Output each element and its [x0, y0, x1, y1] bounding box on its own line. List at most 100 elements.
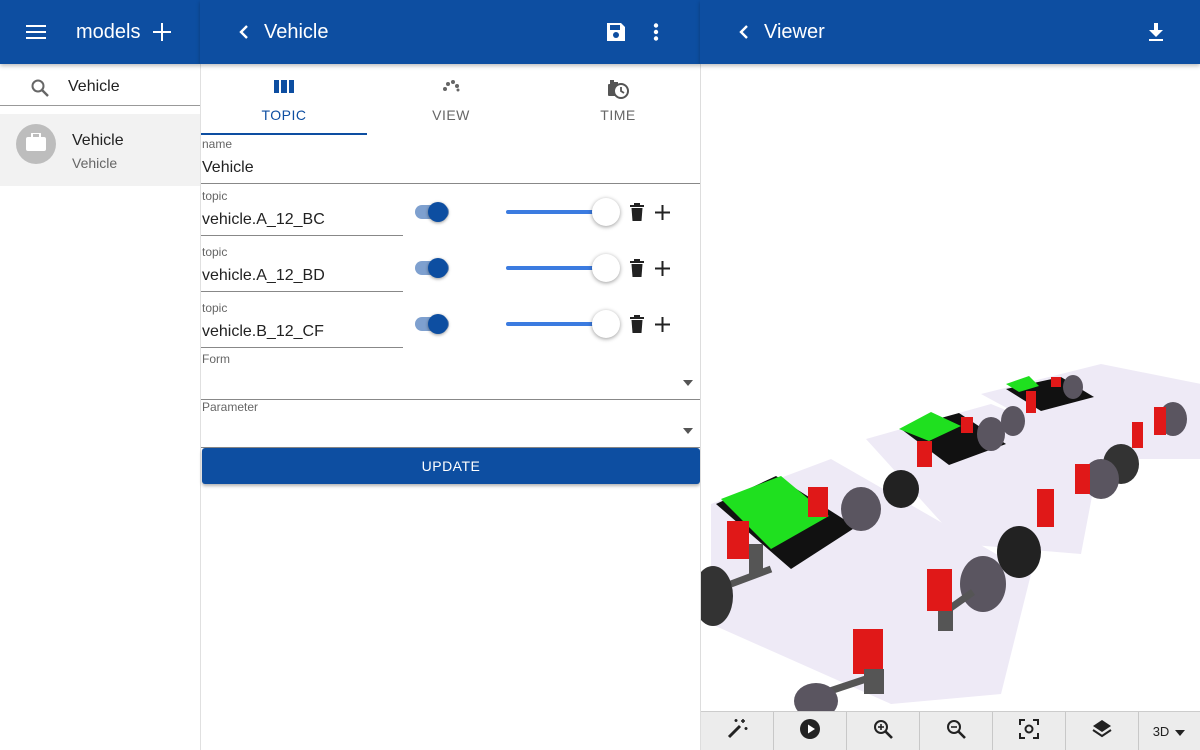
- tab-time-label: TIME: [600, 107, 636, 123]
- topic-slider[interactable]: [506, 309, 626, 339]
- form-select-label: Form: [202, 352, 230, 366]
- wheel: [883, 470, 919, 508]
- chevron-down-icon[interactable]: [681, 376, 695, 390]
- viewer-toolbar: 3D: [701, 711, 1200, 750]
- vehicle-editor-panel: TOPIC VIEW TIME name Vehicle topic vehic…: [200, 64, 701, 750]
- focus-button[interactable]: [993, 712, 1066, 750]
- light: [853, 629, 883, 674]
- search-field[interactable]: Vehicle: [0, 64, 200, 106]
- topic-label: topic: [202, 301, 228, 315]
- topic-slider[interactable]: [506, 197, 626, 227]
- tab-view[interactable]: VIEW: [368, 64, 534, 136]
- axle: [938, 609, 953, 631]
- light: [1051, 377, 1061, 387]
- tab-indicator: [201, 133, 367, 135]
- zoom-in-button[interactable]: [847, 712, 920, 750]
- topic-toggle[interactable]: [412, 256, 452, 280]
- tab-view-label: VIEW: [432, 107, 470, 123]
- name-input[interactable]: Vehicle: [202, 159, 254, 177]
- models-title: models: [76, 21, 141, 43]
- play-icon: [800, 718, 820, 744]
- viewer-canvas[interactable]: [700, 64, 1200, 750]
- viewer-app-bar: Viewer: [700, 0, 1200, 64]
- add-topic-icon[interactable]: [651, 257, 673, 279]
- vehicle-app-bar: Vehicle: [200, 0, 700, 64]
- topic-underline: [201, 347, 403, 348]
- focus-icon: [1019, 718, 1039, 744]
- play-button[interactable]: [774, 712, 847, 750]
- wheel: [1001, 406, 1025, 436]
- delete-icon[interactable]: [627, 257, 647, 279]
- light: [1026, 391, 1036, 413]
- delete-icon[interactable]: [627, 313, 647, 335]
- topic-underline: [201, 291, 403, 292]
- topic-input[interactable]: vehicle.A_12_BC: [202, 211, 325, 229]
- chevron-down-icon[interactable]: [681, 424, 695, 438]
- tab-time[interactable]: TIME: [535, 64, 701, 136]
- topic-label: topic: [202, 245, 228, 259]
- zoom-out-button[interactable]: [920, 712, 993, 750]
- chevron-left-icon[interactable]: [232, 20, 256, 44]
- wheel: [841, 487, 881, 531]
- wheel: [977, 417, 1005, 451]
- wheel: [997, 526, 1041, 578]
- light: [727, 521, 749, 559]
- update-button[interactable]: UPDATE: [202, 448, 700, 484]
- search-input[interactable]: Vehicle: [68, 78, 120, 96]
- light: [917, 441, 932, 467]
- wheel: [1063, 375, 1083, 399]
- 3d-scene: [701, 364, 1200, 719]
- clock-icon: [535, 78, 701, 100]
- list-item-secondary: Vehicle: [72, 155, 118, 171]
- briefcase-icon: [26, 131, 46, 156]
- topic-input[interactable]: vehicle.B_12_CF: [202, 323, 324, 341]
- search-icon: [30, 78, 50, 98]
- topic-label: topic: [202, 189, 228, 203]
- view-icon: [368, 78, 534, 100]
- name-label: name: [202, 137, 233, 151]
- more-vert-icon[interactable]: [644, 20, 668, 44]
- light: [1075, 464, 1090, 494]
- wheel: [960, 556, 1006, 612]
- light: [1037, 489, 1054, 527]
- delete-icon[interactable]: [627, 201, 647, 223]
- models-panel: Vehicle Vehicle Vehicle: [0, 64, 200, 750]
- app-root: models Vehicle Viewer Vehicle Vehicle Ve…: [0, 0, 1200, 750]
- chevron-down-icon: [1175, 724, 1186, 739]
- magic-wand-icon: [726, 718, 748, 745]
- light: [927, 569, 952, 611]
- topic-underline: [201, 235, 403, 236]
- viewer-title: Viewer: [764, 21, 825, 43]
- topic-slider[interactable]: [506, 253, 626, 283]
- tab-bar: TOPIC VIEW TIME: [201, 64, 701, 136]
- light: [1154, 407, 1166, 435]
- topic-toggle[interactable]: [412, 200, 452, 224]
- view-mode-value: 3D: [1152, 723, 1170, 739]
- topic-input[interactable]: vehicle.A_12_BD: [202, 267, 325, 285]
- list-item-primary: Vehicle: [72, 132, 124, 149]
- magic-wand-button[interactable]: [701, 712, 774, 750]
- tab-topic[interactable]: TOPIC: [201, 64, 367, 136]
- add-topic-icon[interactable]: [651, 201, 673, 223]
- zoom-out-icon: [946, 719, 966, 744]
- menu-icon[interactable]: [24, 20, 48, 44]
- vehicle-title: Vehicle: [264, 21, 329, 43]
- layers-button[interactable]: [1066, 712, 1139, 750]
- light: [961, 417, 973, 433]
- layers-icon: [1092, 719, 1112, 744]
- columns-icon: [201, 78, 367, 100]
- add-topic-icon[interactable]: [651, 313, 673, 335]
- light: [1132, 422, 1143, 448]
- zoom-in-icon: [873, 719, 893, 744]
- chevron-left-icon[interactable]: [732, 20, 756, 44]
- plus-icon[interactable]: [150, 20, 174, 44]
- view-mode-select[interactable]: 3D: [1139, 712, 1199, 750]
- save-icon[interactable]: [604, 20, 628, 44]
- models-app-bar: models: [0, 0, 200, 64]
- topic-toggle[interactable]: [412, 312, 452, 336]
- download-icon[interactable]: [1144, 20, 1168, 44]
- list-item[interactable]: Vehicle Vehicle: [0, 114, 200, 186]
- axle: [864, 669, 884, 694]
- tab-topic-label: TOPIC: [261, 107, 307, 123]
- avatar: [16, 124, 56, 164]
